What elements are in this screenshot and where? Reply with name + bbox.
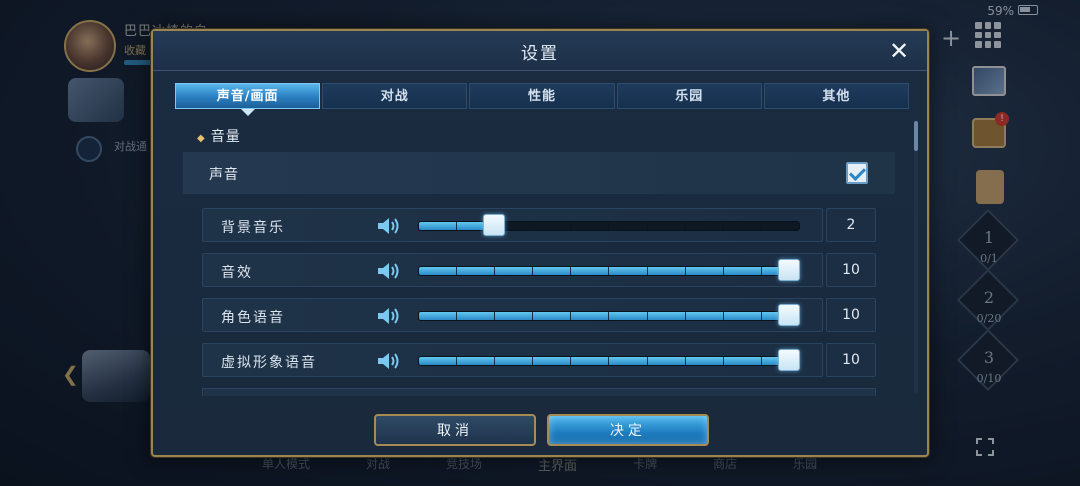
sound-checkbox[interactable]	[846, 162, 868, 184]
next-row-partial	[202, 388, 876, 396]
settings-dialog: 设置 ✕ 声音/画面 对战 性能 乐园 其他 ◆ 音量 声音 背景音乐 2 音效	[151, 29, 929, 457]
volume-slider[interactable]	[418, 311, 800, 321]
volume-value: 10	[826, 298, 876, 332]
tab-other[interactable]: 其他	[763, 83, 910, 109]
volume-value: 10	[826, 343, 876, 377]
volume-label: 背景音乐	[221, 220, 285, 236]
volume-row-bgm: 背景音乐	[202, 208, 823, 242]
volume-slider[interactable]	[418, 221, 800, 231]
slider-handle[interactable]	[778, 259, 800, 281]
volume-label: 角色语音	[221, 310, 285, 326]
slider-ticks	[419, 312, 799, 320]
volume-value: 2	[826, 208, 876, 242]
tab-performance[interactable]: 性能	[469, 83, 615, 109]
tab-park[interactable]: 乐园	[616, 83, 762, 109]
slider-ticks	[419, 222, 799, 230]
volume-label: 虚拟形象语音	[221, 355, 317, 371]
volume-row-avatar-voice: 虚拟形象语音	[202, 343, 823, 377]
speaker-icon[interactable]	[377, 352, 401, 370]
volume-row-character-voice: 角色语音	[202, 298, 823, 332]
tab-sound-display[interactable]: 声音/画面	[175, 83, 321, 109]
speaker-icon[interactable]	[377, 307, 401, 325]
sound-label: 声音	[209, 167, 239, 183]
tab-battle[interactable]: 对战	[322, 83, 468, 109]
speaker-icon[interactable]	[377, 262, 401, 280]
close-icon[interactable]: ✕	[885, 37, 913, 65]
slider-handle[interactable]	[483, 214, 506, 236]
volume-value: 10	[826, 253, 876, 287]
active-tab-pointer-icon	[241, 109, 255, 116]
section-volume-label: 音量	[210, 129, 241, 145]
volume-slider[interactable]	[418, 356, 800, 366]
volume-row-sfx: 音效	[202, 253, 823, 287]
dialog-title: 设置	[521, 44, 559, 64]
scrollbar[interactable]	[914, 121, 918, 393]
slider-ticks	[419, 267, 799, 275]
scrollbar-thumb[interactable]	[914, 121, 918, 151]
speaker-icon[interactable]	[377, 217, 401, 235]
slider-ticks	[419, 357, 799, 365]
confirm-button[interactable]: 决定	[547, 414, 709, 446]
volume-slider[interactable]	[418, 266, 800, 276]
sound-toggle-row: 声音	[183, 152, 895, 194]
volume-label: 音效	[221, 265, 253, 281]
cancel-button[interactable]: 取消	[374, 414, 536, 446]
settings-tabs: 声音/画面 对战 性能 乐园 其他	[175, 83, 910, 109]
diamond-bullet-icon: ◆	[197, 133, 206, 144]
section-volume-heading: ◆ 音量	[197, 126, 241, 146]
dialog-header: 设置 ✕	[153, 31, 927, 71]
slider-handle[interactable]	[778, 304, 800, 326]
slider-handle[interactable]	[778, 349, 800, 371]
